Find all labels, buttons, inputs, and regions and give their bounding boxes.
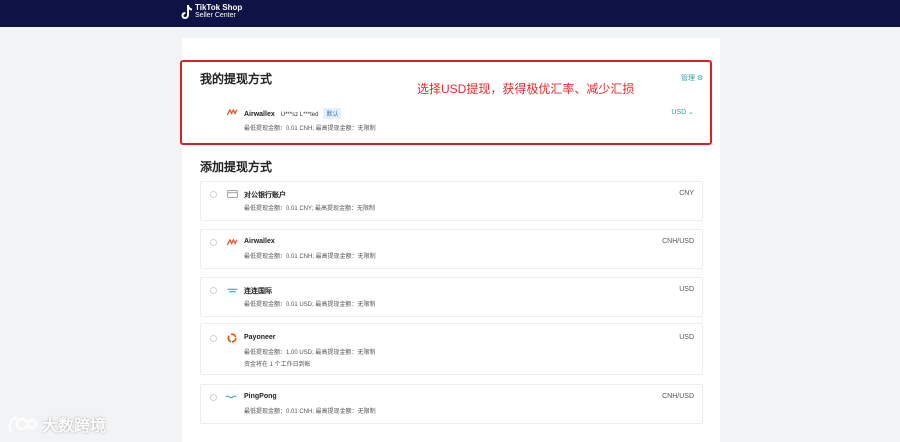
- method-limits: 最低提现金额：0.01 CNH; 最高提现金额：无限制: [244, 254, 376, 260]
- add-method-card[interactable]: 对公银行账户 最低提现金额：0.01 CNY; 最高提现金额：无限制 CNY: [200, 181, 703, 221]
- tiktok-icon: [181, 5, 192, 19]
- logo-line-1: TikTok Shop: [195, 3, 243, 12]
- method-radio[interactable]: [210, 191, 217, 198]
- add-method-card[interactable]: 连连国际 最低提现金额：0.01 USD; 最高提现金额：无限制 USD: [200, 277, 703, 317]
- method-name: PingPong: [244, 393, 277, 400]
- method-limits: 最低提现金额：0.01 USD; 最高提现金额：无限制: [244, 302, 376, 308]
- method-name: Payoneer: [244, 334, 276, 341]
- method-name: 连连国际: [244, 288, 272, 295]
- top-bar: TikTok Shop Seller Center: [0, 0, 900, 27]
- method-limits: 最低提现金额：0.01 CNY; 最高提现金额：无限制: [244, 206, 375, 212]
- method-limits: 最低提现金额：1.00 USD; 最高提现金额：无限制: [244, 350, 376, 356]
- method-currency: CNH/USD: [662, 393, 694, 400]
- method-currency: CNY: [679, 190, 694, 197]
- method-radio[interactable]: [210, 394, 217, 401]
- bank-card-icon: [226, 189, 238, 199]
- watermark: 大数跨境: [8, 412, 106, 436]
- watermark-text: 大数跨境: [42, 418, 107, 435]
- method-radio[interactable]: [210, 335, 217, 342]
- pingpong-icon: [226, 392, 238, 402]
- add-method-card[interactable]: Payoneer 最低提现金额：1.00 USD; 最高提现金额：无限制 资金将…: [200, 323, 703, 375]
- method-limits: 最低提现金额：0.01 CNH; 最高提现金额：无限制: [244, 409, 376, 415]
- watermark-logo-icon: [8, 415, 38, 433]
- method-currency: USD: [679, 286, 694, 293]
- method-radio[interactable]: [210, 239, 217, 246]
- payoneer-icon: [226, 333, 238, 343]
- lianlian-icon: [226, 285, 238, 295]
- add-method-card[interactable]: Airwallex 最低提现金额：0.01 CNH; 最高提现金额：无限制 CN…: [200, 229, 703, 269]
- tiktok-shop-logo[interactable]: TikTok Shop Seller Center: [181, 4, 242, 20]
- method-currency: USD: [679, 334, 694, 341]
- add-method-card[interactable]: PingPong 最低提现金额：0.01 CNH; 最高提现金额：无限制 CNH…: [200, 384, 703, 424]
- add-methods-title: 添加提现方式: [200, 160, 273, 174]
- airwallex-icon: [226, 237, 238, 247]
- logo-line-2: Seller Center: [195, 12, 236, 19]
- method-extra: 资金将在 1 个工作日到帐: [244, 362, 311, 368]
- method-name: Airwallex: [244, 238, 275, 245]
- method-radio[interactable]: [210, 287, 217, 294]
- method-currency: CNH/USD: [662, 238, 694, 245]
- highlight-box: [180, 60, 712, 145]
- method-name: 对公银行账户: [244, 192, 286, 199]
